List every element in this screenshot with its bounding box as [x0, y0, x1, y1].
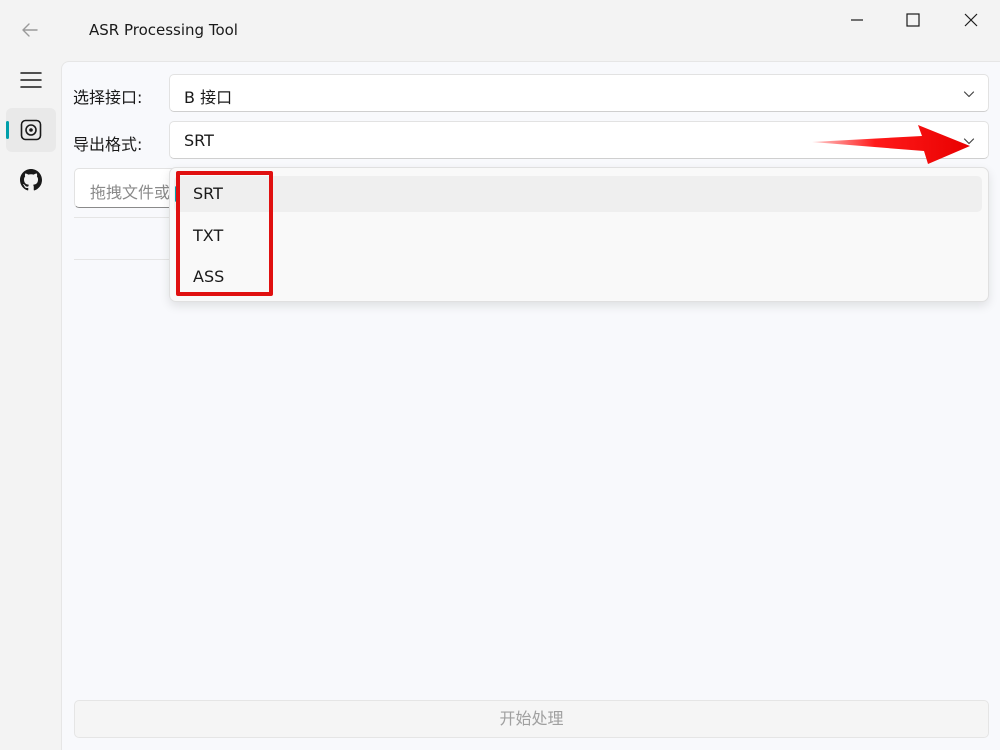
annotation-highlight-box — [176, 171, 273, 296]
start-processing-button[interactable]: 开始处理 — [74, 700, 989, 738]
dropdown-option-srt[interactable]: SRT — [174, 176, 982, 212]
nav-item-asr[interactable] — [6, 108, 56, 152]
file-drop-placeholder: 拖拽文件或 — [90, 183, 171, 202]
minimize-icon — [851, 19, 863, 21]
annotation-arrow-icon — [812, 125, 970, 164]
close-button[interactable] — [942, 0, 1000, 40]
asr-icon — [20, 119, 42, 141]
close-icon — [964, 13, 978, 27]
menu-icon — [20, 72, 42, 88]
window-title: ASR Processing Tool — [89, 21, 238, 39]
format-dropdown-list: SRT TXT ASS — [169, 167, 989, 302]
api-select-value: B 接口 — [184, 88, 233, 107]
app-window: ASR Processing Tool 选择接口: B 接口 导出格式: SRT… — [0, 0, 1000, 750]
minimize-button[interactable] — [828, 0, 886, 40]
nav-selected-indicator — [6, 121, 9, 139]
api-select[interactable]: B 接口 — [169, 74, 989, 112]
maximize-button[interactable] — [884, 0, 942, 40]
dropdown-option-txt[interactable]: TXT — [174, 218, 982, 254]
back-arrow-icon — [22, 23, 38, 37]
format-label: 导出格式: — [73, 135, 143, 154]
api-label: 选择接口: — [73, 88, 143, 107]
maximize-icon — [906, 13, 920, 27]
nav-menu-button[interactable] — [6, 58, 56, 102]
github-icon — [20, 169, 42, 191]
format-select-value: SRT — [184, 131, 214, 150]
back-button[interactable] — [12, 14, 48, 46]
title-bar: ASR Processing Tool — [0, 0, 1000, 60]
dropdown-option-ass[interactable]: ASS — [174, 259, 982, 295]
chevron-down-icon — [963, 91, 975, 98]
nav-item-github[interactable] — [6, 158, 56, 202]
